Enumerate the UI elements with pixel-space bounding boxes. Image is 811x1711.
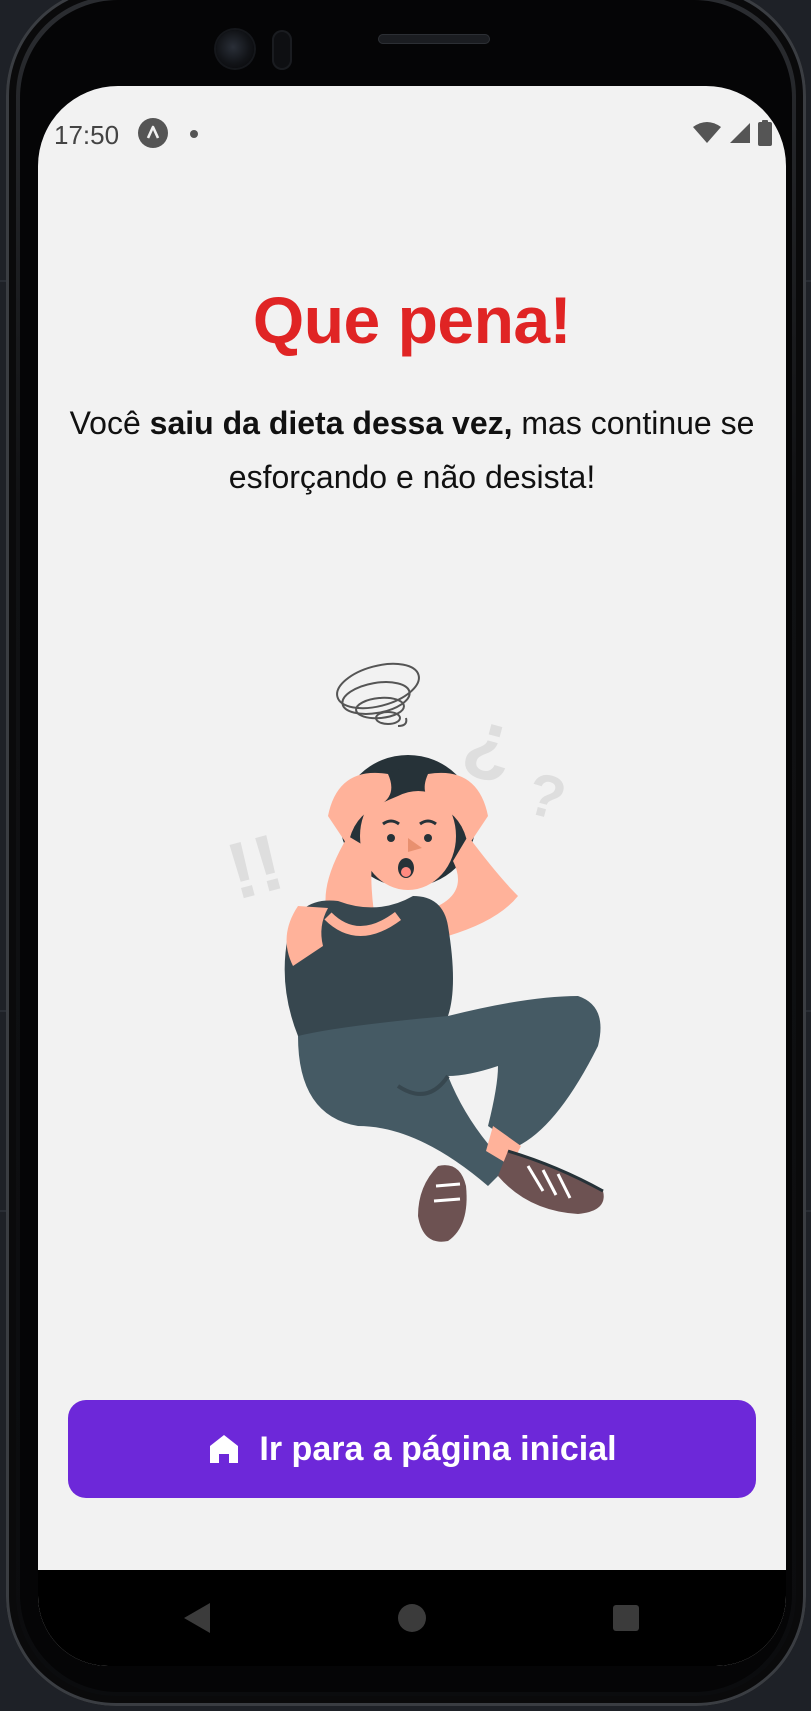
svg-text:!!: !!	[218, 817, 293, 917]
confused-person-illustration: ¿ ? !!	[218, 662, 604, 1242]
svg-text:?: ?	[520, 759, 573, 833]
message-bold: saiu da dieta dessa vez,	[149, 405, 513, 441]
back-icon[interactable]	[178, 1598, 218, 1638]
message-prefix: Você	[69, 405, 150, 441]
go-home-button[interactable]: Ir para a página inicial	[68, 1400, 756, 1498]
system-nav-bar	[38, 1570, 786, 1666]
recents-icon[interactable]	[606, 1598, 646, 1638]
result-content: Que pena! Você saiu da dieta dessa vez, …	[38, 86, 786, 1570]
home-circle-icon[interactable]	[392, 1598, 432, 1638]
front-camera	[216, 30, 254, 68]
app-screen: 17:50 Que pena! Você saiu da dieta dessa…	[38, 86, 786, 1666]
proximity-sensor	[272, 30, 292, 70]
svg-text:¿: ¿	[457, 690, 527, 789]
earpiece-speaker	[378, 34, 490, 44]
home-icon	[210, 1435, 239, 1463]
page-title: Que pena!	[252, 283, 572, 357]
result-message: Você saiu da dieta dessa vez, mas contin…	[68, 396, 756, 504]
go-home-button-label: Ir para a página inicial	[259, 1429, 617, 1468]
